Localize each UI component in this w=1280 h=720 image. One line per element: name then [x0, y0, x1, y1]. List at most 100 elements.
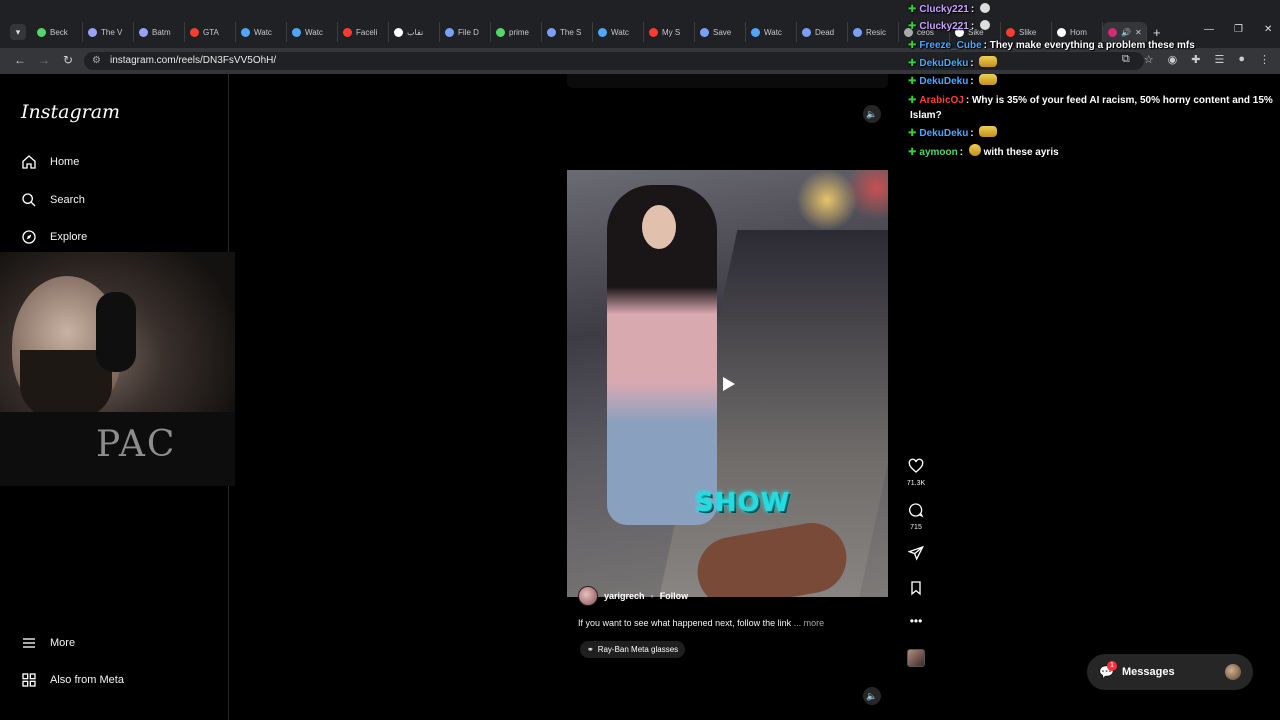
chat-text: Why is 35% of your feed AI racism, 50% h…	[971, 95, 1273, 106]
audio-chip[interactable]: ⚭ Ray-Ban Meta glasses	[580, 641, 686, 658]
sidebar-item-search[interactable]: Search	[20, 188, 85, 212]
browser-tab[interactable]: My S	[644, 22, 695, 42]
messages-label: Messages	[1122, 666, 1175, 678]
next-reel-edge	[567, 680, 888, 720]
sidebar-item-label: Search	[50, 194, 85, 206]
browser-tab[interactable]: Watc	[287, 22, 338, 42]
browser-tab[interactable]: Resic	[848, 22, 899, 42]
browser-tab[interactable]: Save	[695, 22, 746, 42]
chat-badge-icon: ✚	[908, 95, 917, 106]
reel-video[interactable]: SHOW	[567, 170, 888, 597]
more-options-icon[interactable]: •••	[900, 614, 932, 628]
like-button[interactable]: 71.3K	[900, 458, 932, 487]
stream-chat-overlay: ✚ Clucky221: ✚ Clucky221: ✚ Freeze_Cube: Th…	[906, 0, 1280, 170]
tab-favicon-icon	[343, 27, 352, 37]
play-icon[interactable]	[718, 374, 738, 394]
sidebar-item-more[interactable]: More	[20, 631, 75, 655]
chat-emote-icon	[979, 126, 998, 137]
forward-icon[interactable]: →	[36, 53, 52, 67]
chat-badge-icon: ✚	[908, 40, 917, 51]
browser-tab[interactable]: File D	[440, 22, 491, 42]
chat-message: ✚ ArabicOJ: Why is 35% of your feed AI ra…	[908, 93, 1273, 108]
browser-tab[interactable]: Watc	[746, 22, 797, 42]
browser-tab[interactable]: Watc	[593, 22, 644, 42]
chat-username: ArabicOJ	[919, 95, 964, 106]
mute-button-previous[interactable]: 🔈	[863, 105, 881, 123]
heart-icon	[908, 458, 924, 473]
back-icon[interactable]: ←	[12, 53, 28, 67]
browser-tab[interactable]: Watc	[236, 22, 287, 42]
tab-favicon-icon	[700, 27, 709, 37]
chat-emote-icon	[979, 74, 998, 85]
browser-tab[interactable]: Dead	[797, 22, 848, 42]
tab-favicon-icon	[394, 27, 403, 37]
sidebar-item-label: Home	[50, 156, 80, 168]
browser-tab[interactable]: Beck	[32, 22, 83, 42]
author-avatar[interactable]	[578, 586, 598, 606]
chat-emote-icon	[968, 144, 981, 156]
chat-colon: :	[970, 128, 977, 139]
previous-reel-edge	[567, 74, 888, 88]
browser-tab[interactable]: prime	[491, 22, 542, 42]
mute-button-next[interactable]: 🔈	[863, 687, 881, 705]
chat-message: ✚ Freeze_Cube: They make everything a pro…	[908, 38, 1195, 53]
speaker-icon: 🔈	[866, 690, 878, 701]
share-button[interactable]	[900, 545, 932, 566]
site-settings-icon[interactable]: ⚙	[92, 55, 101, 66]
shirt-print: PAC	[96, 424, 177, 465]
tab-label: Watc	[254, 27, 272, 37]
bookmark-icon	[911, 581, 921, 596]
follow-button[interactable]: Follow	[660, 591, 689, 601]
audio-thumbnail[interactable]	[907, 649, 925, 667]
tab-label: Watc	[611, 27, 629, 37]
streamer-webcam: PAC	[0, 252, 235, 486]
browser-tab[interactable]: The S	[542, 22, 593, 42]
search-icon	[20, 191, 38, 209]
browser-tab[interactable]: GTA	[185, 22, 236, 42]
tab-label: Resic	[866, 27, 887, 37]
chat-colon: :	[970, 58, 977, 69]
chat-badge-icon: ✚	[908, 76, 917, 87]
browser-tab[interactable]: نقاب	[389, 22, 440, 42]
save-button[interactable]	[900, 580, 932, 601]
chat-message: ✚ DekuDeku:	[908, 56, 998, 71]
tab-favicon-icon	[139, 27, 148, 37]
tab-favicon-icon	[445, 27, 454, 37]
chat-emote-icon	[979, 20, 990, 30]
chat-message: Islam?	[910, 108, 942, 123]
browser-tab[interactable]: Batm	[134, 22, 185, 42]
tab-favicon-icon	[649, 27, 658, 37]
hamburger-menu-icon	[20, 634, 38, 652]
unread-badge: 1	[1107, 661, 1117, 671]
tab-label: Watc	[305, 27, 323, 37]
browser-tab[interactable]: Faceli	[338, 22, 389, 42]
tab-search-dropdown[interactable]: ▾	[10, 24, 26, 40]
comment-count: 715	[910, 524, 922, 531]
tab-favicon-icon	[37, 27, 46, 37]
sidebar-item-home[interactable]: Home	[20, 150, 79, 174]
tab-favicon-icon	[241, 27, 250, 37]
instagram-logo[interactable]: Instagram	[21, 101, 120, 123]
sidebar-item-explore[interactable]: Explore	[20, 225, 87, 249]
browser-tab[interactable]: The V	[83, 22, 134, 42]
reload-icon[interactable]: ↻	[60, 53, 76, 67]
sidebar-item-label: Explore	[50, 231, 88, 243]
glasses-icon: ⚭	[587, 645, 594, 654]
screen: ▾ Beck The V Batm GTA Watc Watc Faceli نقاب File…	[0, 0, 1280, 720]
home-icon	[20, 153, 38, 171]
chat-badge-icon: ✚	[908, 58, 917, 69]
meta-separator: •	[650, 591, 654, 601]
messages-button[interactable]: 💬 1 Messages	[1087, 654, 1253, 690]
comment-button[interactable]: 715	[900, 502, 932, 531]
tab-label: My S	[662, 27, 681, 37]
chat-text: They make everything a problem these mfs	[989, 40, 1195, 51]
chat-username: aymoon	[919, 147, 958, 158]
caption-more-link[interactable]: ... more	[794, 618, 825, 628]
tab-favicon-icon	[547, 27, 556, 37]
chat-badge-icon: ✚	[908, 4, 917, 15]
author-username[interactable]: yarigrech	[604, 591, 645, 601]
reel-author-row: yarigrech • Follow	[578, 586, 688, 606]
sidebar-item-also-from-meta[interactable]: Also from Meta	[20, 668, 124, 692]
headset	[96, 292, 136, 372]
chat-username: DekuDeku	[919, 128, 969, 139]
